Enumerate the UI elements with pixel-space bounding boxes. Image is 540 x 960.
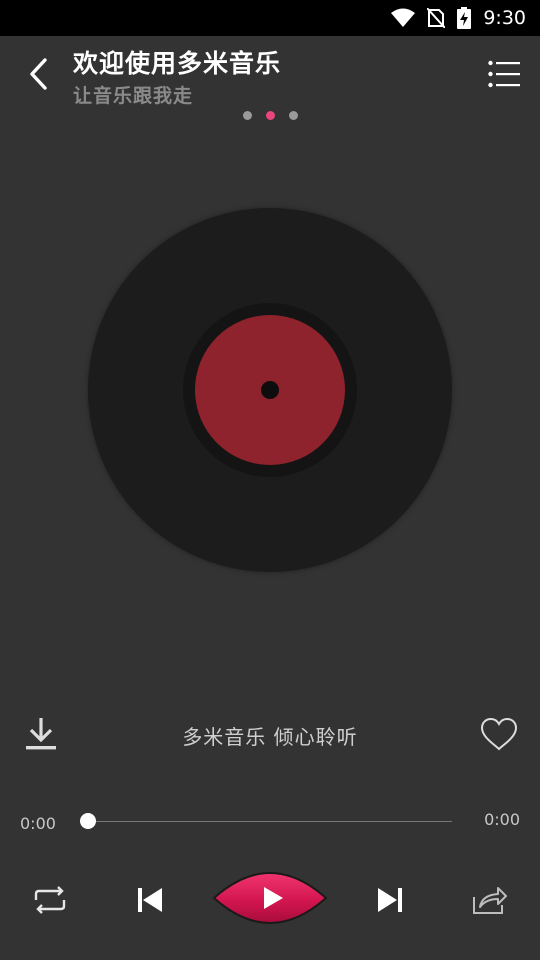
- album-disc: [88, 208, 452, 572]
- battery-charging-icon: [457, 7, 472, 29]
- back-button[interactable]: [18, 54, 58, 94]
- no-sim-icon: [427, 8, 446, 28]
- current-time: 0:00: [20, 814, 56, 833]
- total-time: 0:00: [484, 810, 520, 829]
- status-bar: 9:30: [0, 0, 540, 36]
- vinyl-center-hole: [261, 381, 279, 399]
- song-title: 多米音乐 倾心聆听: [182, 725, 358, 749]
- list-menu-icon: [488, 60, 520, 88]
- song-action-row: 多米音乐 倾心聆听: [0, 706, 540, 762]
- seek-bar-thumb[interactable]: [80, 813, 96, 829]
- skip-previous-icon: [138, 888, 162, 912]
- status-time: 9:30: [483, 7, 526, 29]
- share-icon: [473, 887, 507, 914]
- playlist-menu-button[interactable]: [484, 56, 524, 92]
- page-subtitle: 让音乐跟我走: [73, 85, 194, 107]
- page-dot[interactable]: [242, 111, 252, 120]
- play-button[interactable]: [212, 864, 328, 932]
- page-dot[interactable]: [288, 111, 298, 120]
- play-icon: [264, 887, 283, 909]
- wifi-icon: [391, 8, 416, 28]
- share-button[interactable]: [468, 880, 512, 920]
- playback-controls: [0, 860, 540, 940]
- page-dot-active[interactable]: [265, 111, 275, 120]
- previous-button[interactable]: [130, 880, 170, 920]
- chevron-left-icon: [30, 58, 47, 90]
- repeat-button[interactable]: [28, 880, 72, 920]
- page-indicator: [0, 111, 540, 120]
- like-button[interactable]: [478, 712, 520, 756]
- repeat-icon: [34, 886, 66, 914]
- seek-bar[interactable]: [80, 813, 452, 829]
- page-title: 欢迎使用多米音乐: [73, 49, 282, 78]
- next-button[interactable]: [370, 880, 410, 920]
- skip-next-icon: [378, 888, 402, 912]
- progress-row: 0:00 0:00: [0, 800, 540, 840]
- heart-outline-icon: [480, 717, 518, 751]
